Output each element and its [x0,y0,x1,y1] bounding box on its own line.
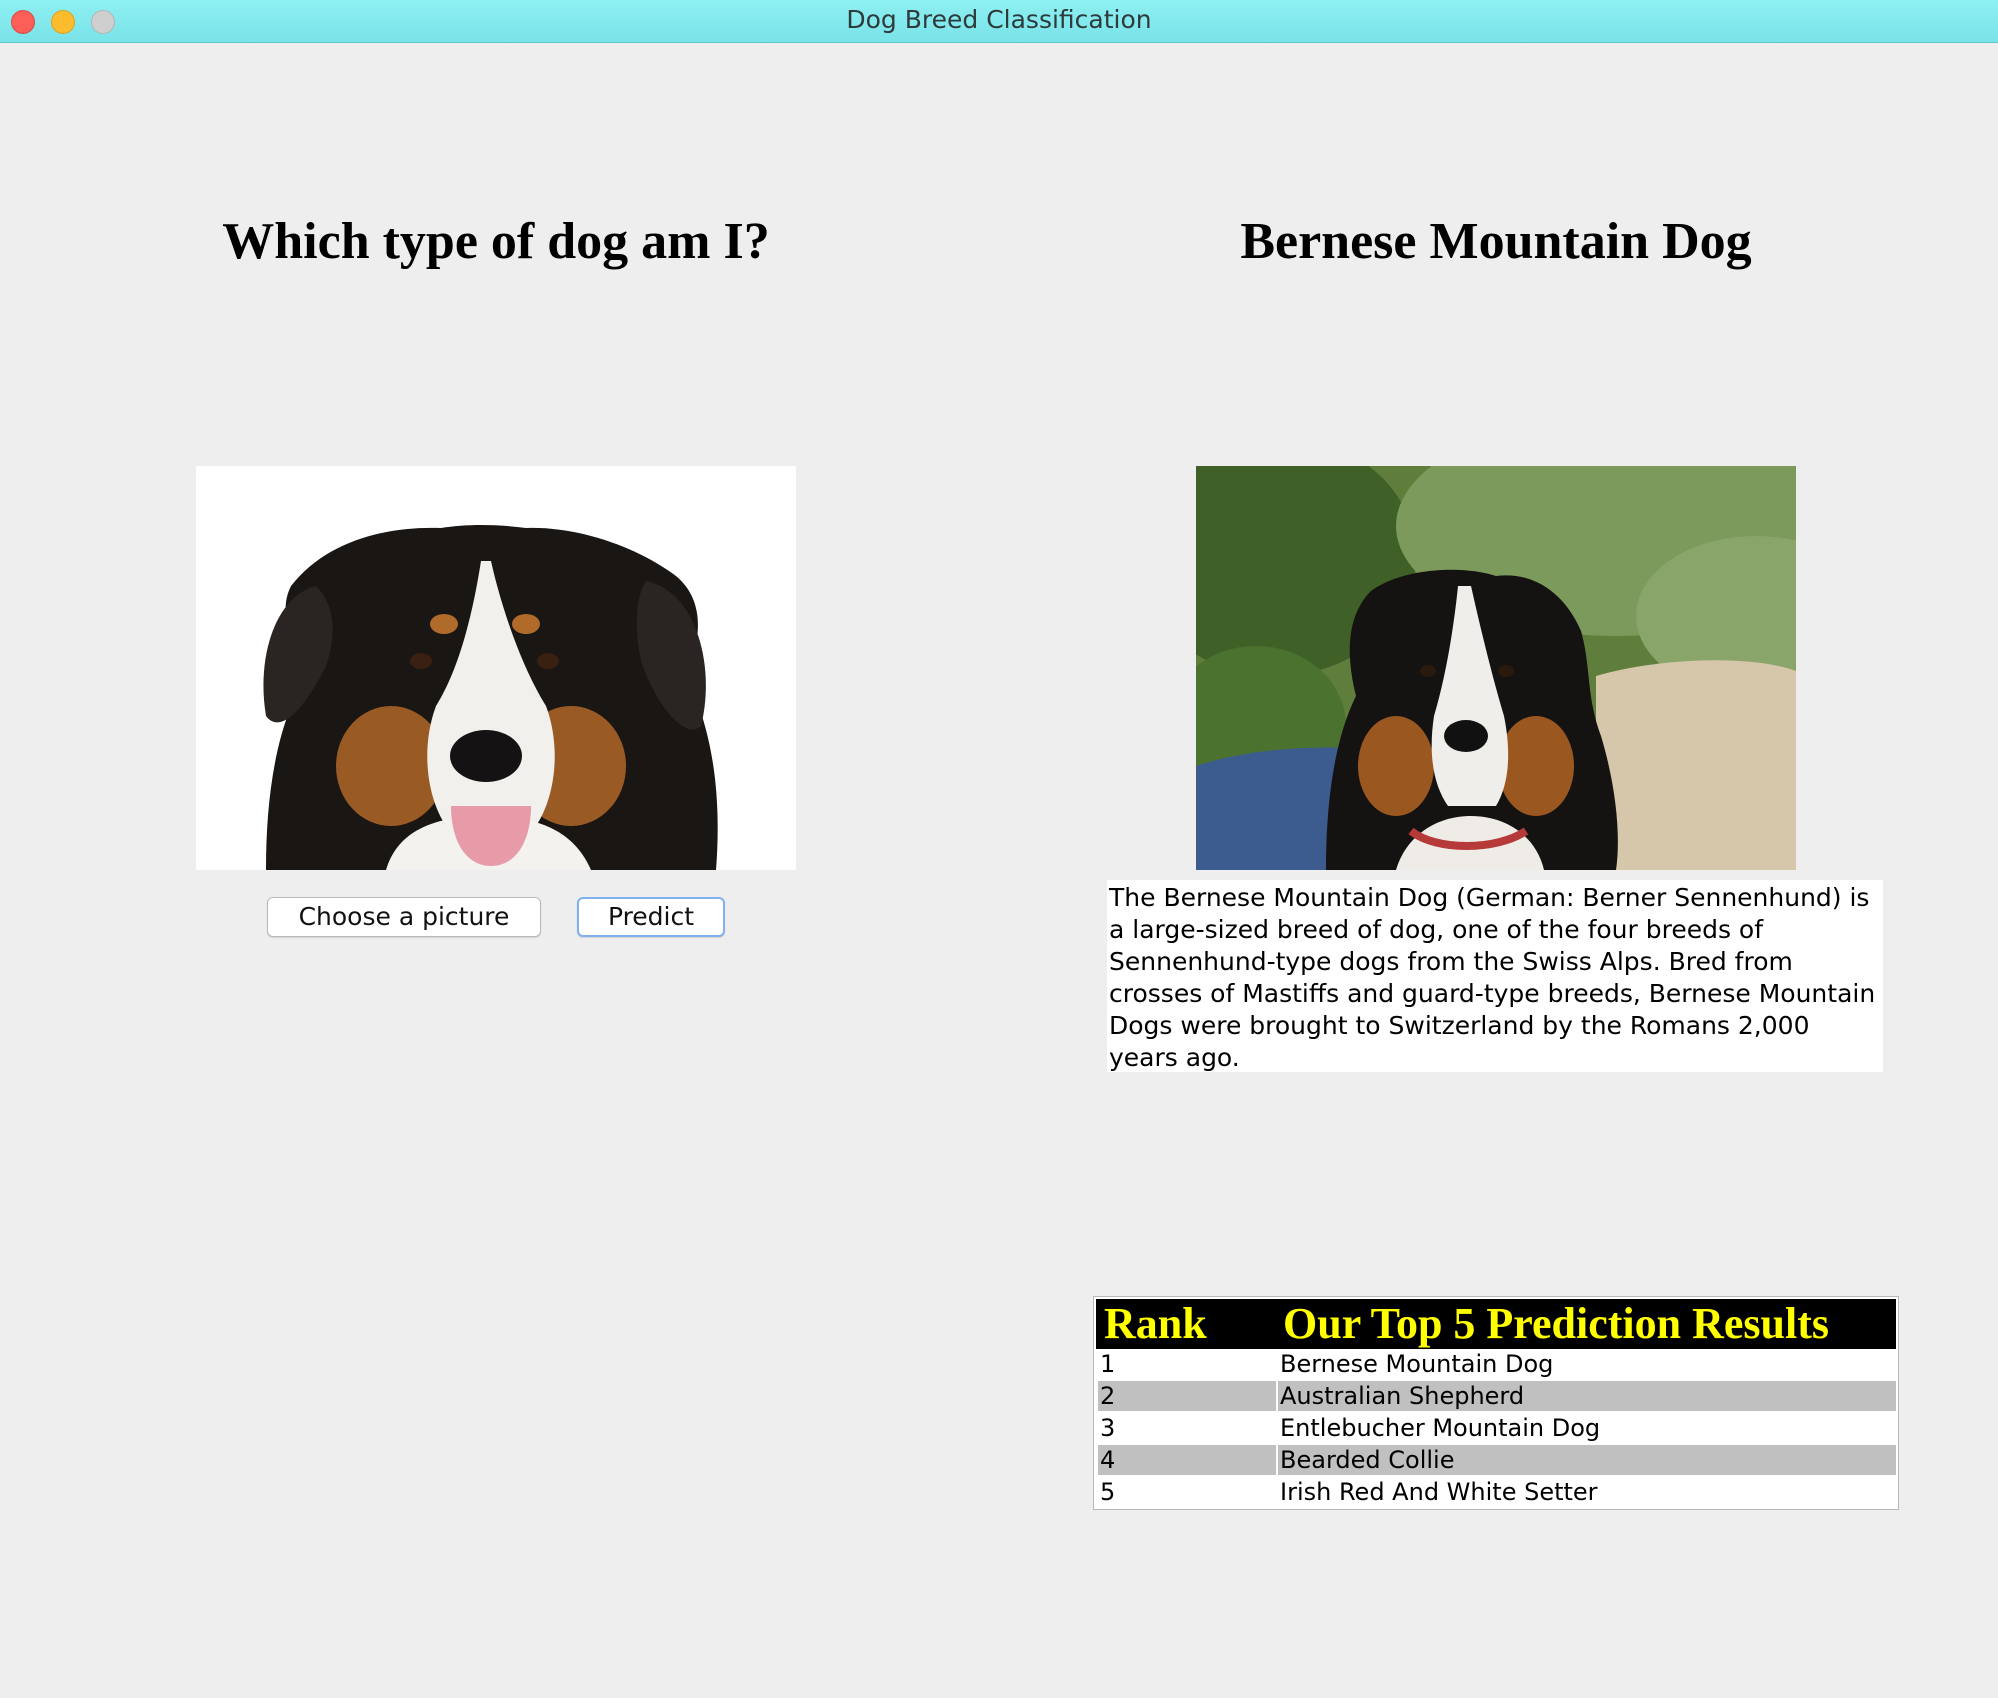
rank-cell: 5 [1100,1478,1116,1506]
prediction-results-table: Rank Our Top 5 Prediction Results 1 Bern… [1093,1296,1899,1510]
predicted-breed-heading: Bernese Mountain Dog [1240,213,1752,270]
breed-cell: Australian Shepherd [1278,1381,1896,1411]
choose-picture-button[interactable]: Choose a picture [267,897,541,937]
breed-cell: Irish Red And White Setter [1280,1478,1598,1506]
table-row[interactable]: 2 Australian Shepherd [1096,1381,1896,1413]
rank-cell: 4 [1098,1445,1276,1475]
table-row[interactable]: 1 Bernese Mountain Dog [1096,1349,1896,1381]
result-dog-image [1196,466,1796,870]
rank-column-header: Rank [1104,1299,1207,1348]
table-row[interactable]: 5 Irish Red And White Setter [1096,1477,1896,1509]
rank-cell: 2 [1098,1381,1276,1411]
table-row[interactable]: 4 Bearded Collie [1096,1445,1896,1477]
input-dog-image [196,466,796,870]
question-heading: Which type of dog am I? [222,213,770,270]
breed-cell: Entlebucher Mountain Dog [1280,1414,1601,1442]
breed-description: The Bernese Mountain Dog (German: Berner… [1107,880,1883,1072]
window-title: Dog Breed Classification [846,5,1152,34]
breed-cell: Bernese Mountain Dog [1280,1350,1554,1378]
title-bar[interactable]: Dog Breed Classification [0,0,1998,43]
results-title-header: Our Top 5 Prediction Results [1283,1299,1830,1348]
results-table-header: Rank Our Top 5 Prediction Results [1096,1299,1896,1349]
rank-cell: 1 [1100,1350,1116,1378]
rank-cell: 3 [1100,1414,1116,1442]
breed-cell: Bearded Collie [1278,1445,1896,1475]
predict-button[interactable]: Predict [577,897,725,937]
app-window: Dog Breed Classification Which type of d… [0,0,1998,1698]
table-row[interactable]: 3 Entlebucher Mountain Dog [1096,1413,1896,1445]
